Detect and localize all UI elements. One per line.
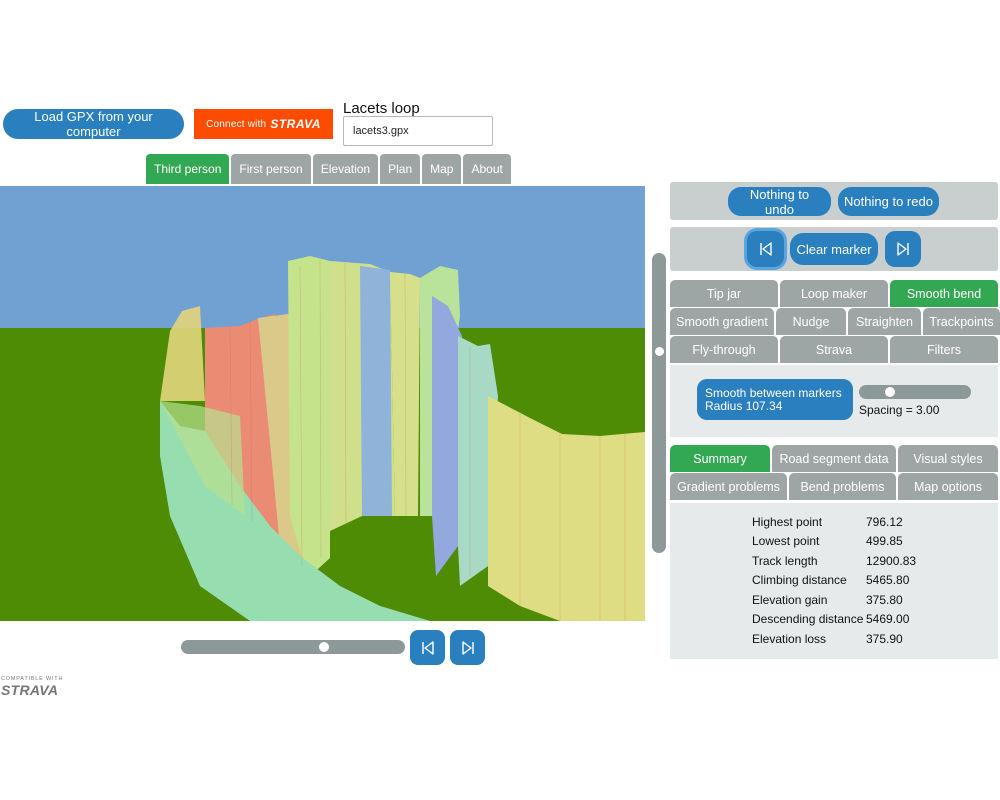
strava-logo-text: STRAVA	[270, 117, 321, 131]
summary-value: 499.85	[866, 534, 903, 549]
smooth-between-markers-button[interactable]: Smooth between markers Radius 107.34	[697, 379, 853, 420]
summary-label: Elevation gain	[752, 592, 828, 607]
summary-row: Climbing distance 5465.80	[752, 571, 916, 591]
tab-elevation[interactable]: Elevation	[312, 154, 379, 184]
tab-smooth-gradient[interactable]: Smooth gradient	[670, 308, 774, 335]
undo-button[interactable]: Nothing to undo	[728, 187, 831, 217]
tab-map[interactable]: Map	[422, 154, 462, 184]
summary-row: Descending distance 5469.00	[752, 610, 916, 630]
spacing-value-label: Spacing = 3.00	[859, 403, 940, 417]
vertical-slider[interactable]	[652, 253, 666, 553]
tab-nudge[interactable]: Nudge	[776, 308, 846, 335]
view-tabs: Third person First person Elevation Plan…	[146, 154, 511, 184]
info-tabs-row-2: Gradient problems Bend problems Map opti…	[670, 473, 998, 500]
tab-bend-problems[interactable]: Bend problems	[789, 473, 896, 500]
summary-label: Lowest point	[752, 534, 820, 549]
undo-redo-bar	[670, 182, 998, 220]
summary-label: Elevation loss	[752, 631, 827, 646]
summary-label: Climbing distance	[752, 573, 847, 588]
summary-value: 796.12	[866, 514, 903, 529]
summary-value: 12900.83	[866, 553, 917, 568]
spacing-slider-knob[interactable]	[885, 387, 896, 397]
route-3d-render	[0, 186, 645, 621]
summary-row: Highest point 796.12	[752, 512, 916, 532]
summary-label: Track length	[752, 553, 818, 568]
tab-third-person[interactable]: Third person	[146, 154, 230, 184]
playback-next-button[interactable]	[450, 630, 485, 665]
smooth-button-radius: Radius 107.34	[705, 398, 783, 413]
tab-summary[interactable]: Summary	[670, 445, 770, 472]
summary-label: Highest point	[752, 514, 823, 529]
summary-table: Highest point 796.12 Lowest point 499.85 T…	[752, 512, 916, 649]
tab-fly-through[interactable]: Fly-through	[670, 336, 778, 363]
clear-marker-button[interactable]: Clear marker	[790, 233, 878, 265]
info-tabs-row-1: Summary Road segment data Visual styles	[670, 445, 998, 472]
gpx-filename-field[interactable]	[343, 116, 493, 146]
skip-next-icon	[461, 640, 474, 655]
summary-row: Track length 12900.83	[752, 551, 916, 571]
tab-smooth-bend[interactable]: Smooth bend	[890, 280, 998, 307]
skip-next-icon	[897, 242, 909, 256]
summary-row: Lowest point 499.85	[752, 532, 916, 552]
summary-value: 5465.80	[866, 573, 910, 588]
tab-loop-maker[interactable]: Loop maker	[780, 280, 888, 307]
tab-strava[interactable]: Strava	[780, 336, 888, 363]
skip-previous-icon	[421, 640, 434, 655]
tool-tabs-row-3: Fly-through Strava Filters	[670, 336, 998, 363]
connect-with-label: Connect with	[206, 118, 267, 130]
tab-visual-styles[interactable]: Visual styles	[898, 445, 998, 472]
tab-road-segment-data[interactable]: Road segment data	[772, 445, 896, 472]
smooth-button-line-1: Smooth between markers	[705, 385, 842, 400]
summary-value: 5469.00	[866, 612, 910, 627]
compatible-with-strava-badge: COMPATIBLE WITH STRAVA	[1, 676, 63, 698]
tab-trackpoints[interactable]: Trackpoints	[923, 308, 1000, 335]
skip-previous-icon	[759, 242, 772, 256]
tab-first-person[interactable]: First person	[231, 154, 311, 184]
summary-row: Elevation loss 375.90	[752, 629, 916, 649]
marker-previous-button[interactable]	[747, 231, 784, 267]
third-person-3d-view[interactable]	[0, 186, 645, 621]
playback-slider-knob[interactable]	[318, 642, 329, 652]
tab-about[interactable]: About	[463, 154, 511, 184]
badge-strava-text: STRAVA	[1, 682, 59, 698]
spacing-slider[interactable]	[859, 385, 971, 399]
route-title: Lacets loop	[343, 100, 420, 117]
load-gpx-button[interactable]: Load GPX from your computer	[3, 109, 184, 139]
playback-previous-button[interactable]	[410, 630, 445, 665]
playback-slider[interactable]	[181, 640, 405, 654]
tool-tabs-row-2: Smooth gradient Nudge Straighten Trackpo…	[670, 308, 1000, 335]
tab-gradient-problems[interactable]: Gradient problems	[670, 473, 787, 500]
tool-tabs-row-1: Tip jar Loop maker Smooth bend	[670, 280, 998, 307]
summary-label: Descending distance	[752, 612, 864, 627]
summary-row: Elevation gain 375.80	[752, 590, 916, 610]
connect-with-strava-button[interactable]: Connect with STRAVA	[194, 109, 333, 139]
redo-button[interactable]: Nothing to redo	[838, 187, 939, 216]
tab-map-options[interactable]: Map options	[898, 473, 998, 500]
marker-next-button[interactable]	[885, 231, 921, 267]
tab-filters[interactable]: Filters	[890, 336, 998, 363]
summary-value: 375.90	[866, 631, 903, 646]
tab-straighten[interactable]: Straighten	[848, 308, 921, 335]
tab-tip-jar[interactable]: Tip jar	[670, 280, 778, 307]
vertical-slider-knob[interactable]	[655, 347, 664, 356]
tab-plan[interactable]: Plan	[380, 154, 421, 184]
summary-value: 375.80	[866, 592, 903, 607]
